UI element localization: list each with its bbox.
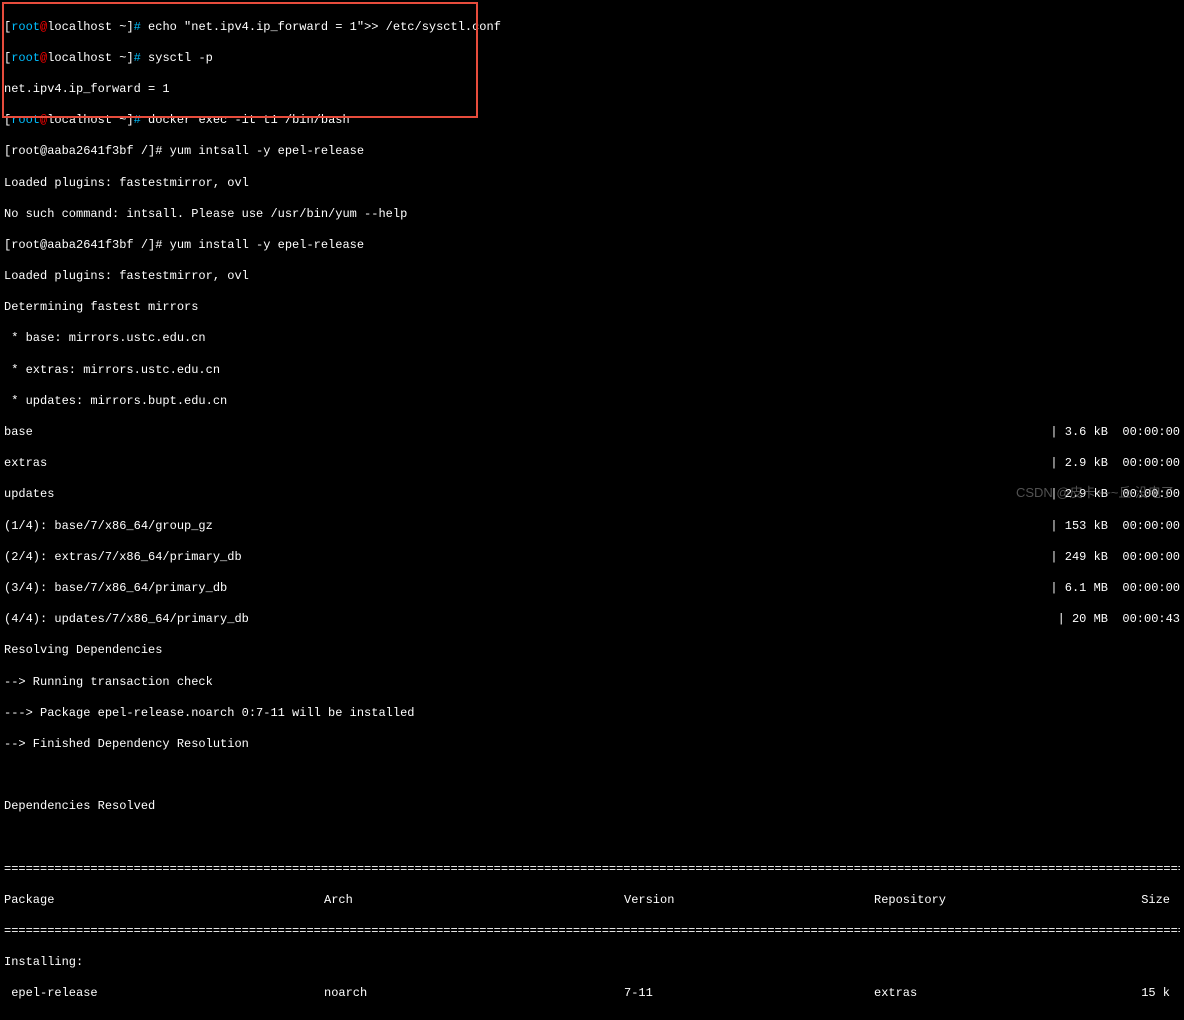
container-prompt-2: [root@aaba2641f3bf /]# yum install -y ep… (4, 238, 1180, 254)
sysctl-output: net.ipv4.ip_forward = 1 (4, 82, 1180, 98)
cmd-line-1: [root@localhost ~]# echo "net.ipv4.ip_fo… (4, 20, 1180, 36)
blank-line (4, 830, 1180, 846)
pkg-install-line: ---> Package epel-release.noarch 0:7-11 … (4, 706, 1180, 722)
col-repo-header: Repository (874, 893, 1124, 909)
cmd-line-2: [root@localhost ~]# sysctl -p (4, 51, 1180, 67)
repo-row: (4/4): updates/7/x86_64/primary_db| 20 M… (4, 612, 1180, 628)
mirror-updates: * updates: mirrors.bupt.edu.cn (4, 394, 1180, 410)
pkg-size: 15 k (1124, 986, 1180, 1002)
repo-row: extras| 2.9 kB 00:00:00 (4, 456, 1180, 472)
table-row: epel-release noarch 7-11 extras 15 k (4, 986, 1180, 1002)
divider-line: ========================================… (4, 924, 1180, 940)
deps-resolved: Dependencies Resolved (4, 799, 1180, 815)
col-size-header: Size (1124, 893, 1180, 909)
determining-mirrors: Determining fastest mirrors (4, 300, 1180, 316)
installing-label: Installing: (4, 955, 1180, 971)
no-such-command: No such command: intsall. Please use /us… (4, 207, 1180, 223)
repo-row: updates| 2.9 kB 00:00:00 (4, 487, 1180, 503)
plugins-line-1: Loaded plugins: fastestmirror, ovl (4, 176, 1180, 192)
pkg-repo: extras (874, 986, 1124, 1002)
cmd-line-3: [root@localhost ~]# docker exec -it t1 /… (4, 113, 1180, 129)
repo-row: (3/4): base/7/x86_64/primary_db| 6.1 MB … (4, 581, 1180, 597)
repo-row: (2/4): extras/7/x86_64/primary_db| 249 k… (4, 550, 1180, 566)
blank-line (4, 1018, 1180, 1020)
col-version-header: Version (624, 893, 874, 909)
pkg-name: epel-release (4, 986, 324, 1002)
watermark-text: CSDN @皮卡~~~丘 没电了 (1016, 485, 1174, 502)
plugins-line-2: Loaded plugins: fastestmirror, ovl (4, 269, 1180, 285)
repo-row: (1/4): base/7/x86_64/group_gz| 153 kB 00… (4, 519, 1180, 535)
finished-dep: --> Finished Dependency Resolution (4, 737, 1180, 753)
container-prompt-1: [root@aaba2641f3bf /]# yum intsall -y ep… (4, 144, 1180, 160)
pkg-arch: noarch (324, 986, 624, 1002)
resolving-deps: Resolving Dependencies (4, 643, 1180, 659)
blank-line (4, 768, 1180, 784)
table-header: Package Arch Version Repository Size (4, 893, 1180, 909)
pkg-version: 7-11 (624, 986, 874, 1002)
mirror-extras: * extras: mirrors.ustc.edu.cn (4, 363, 1180, 379)
mirror-base: * base: mirrors.ustc.edu.cn (4, 331, 1180, 347)
repo-row: base| 3.6 kB 00:00:00 (4, 425, 1180, 441)
col-arch-header: Arch (324, 893, 624, 909)
col-package-header: Package (4, 893, 324, 909)
divider-line: ========================================… (4, 862, 1180, 878)
trans-check: --> Running transaction check (4, 675, 1180, 691)
terminal-output[interactable]: [root@localhost ~]# echo "net.ipv4.ip_fo… (4, 4, 1180, 1020)
